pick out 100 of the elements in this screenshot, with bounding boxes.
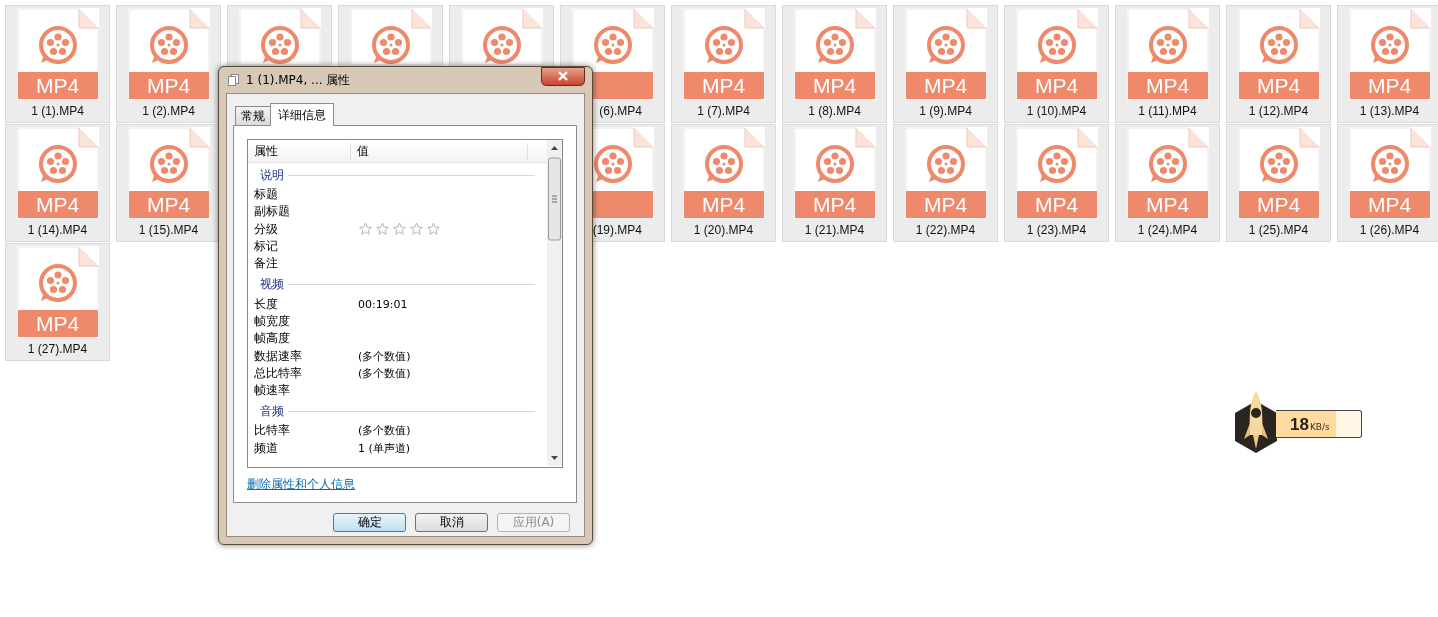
file-name: 1 (14).MP4 <box>27 222 88 238</box>
video-file-icon <box>127 127 210 219</box>
file-item[interactable]: MP4 1 (22).MP4 <box>893 124 998 242</box>
property-name: 总比特率 <box>254 364 303 382</box>
file-item[interactable]: MP4 1 (27).MP4 <box>5 243 110 361</box>
tab[interactable]: 常规 <box>235 106 271 125</box>
video-file-icon <box>460 8 543 64</box>
file-name: 1 (11).MP4 <box>1138 103 1197 119</box>
video-file-icon <box>904 127 987 219</box>
file-name: 1 (13).MP4 <box>1359 103 1420 119</box>
file-name: 1 (12).MP4 <box>1248 103 1309 119</box>
property-name: 帧高度 <box>254 330 291 348</box>
file-type-label: MP4 <box>34 193 81 217</box>
file-type-label: MP4 <box>1033 193 1080 217</box>
video-file-icon <box>127 8 210 100</box>
star-icon <box>358 222 373 237</box>
file-item[interactable]: MP4 1 (8).MP4 <box>782 5 887 123</box>
tab[interactable]: 详细信息 <box>270 103 334 126</box>
column-header[interactable]: 属性 <box>248 142 351 160</box>
video-file-icon <box>349 8 432 64</box>
property-value: (多个数值) <box>358 365 411 381</box>
close-button[interactable] <box>541 66 585 86</box>
file-name: 1 (27).MP4 <box>27 341 88 357</box>
close-icon <box>557 71 569 81</box>
file-type-label: MP4 <box>811 74 858 98</box>
video-file-icon <box>793 8 876 100</box>
speed-value: 18 <box>1290 415 1309 435</box>
file-name: 1 (23).MP4 <box>1026 222 1087 238</box>
video-file-icon <box>1237 8 1320 100</box>
file-type-label: MP4 <box>1366 193 1413 217</box>
video-file-icon <box>16 8 99 100</box>
star-rating[interactable] <box>358 222 441 237</box>
file-type-label: MP4 <box>1366 74 1413 98</box>
file-item[interactable]: MP4 1 (23).MP4 <box>1004 124 1109 242</box>
link[interactable]: 删除属性和个人信息 <box>247 476 355 493</box>
file-type-label: MP4 <box>1144 74 1191 98</box>
property-name: 分级 <box>254 220 279 238</box>
file-item[interactable]: MP4 1 (10).MP4 <box>1004 5 1109 123</box>
file-item[interactable]: MP4 1 (14).MP4 <box>5 124 110 242</box>
file-type-label: MP4 <box>1255 193 1302 217</box>
file-item[interactable]: MP4 1 (2).MP4 <box>116 5 221 123</box>
file-name: (19).MP4 <box>592 222 642 238</box>
file-item[interactable]: MP4 1 (20).MP4 <box>671 124 776 242</box>
video-file-icon <box>1348 127 1431 219</box>
file-type-label: MP4 <box>700 193 747 217</box>
file-type-label: MP4 <box>922 193 969 217</box>
file-item[interactable]: MP4 1 (21).MP4 <box>782 124 887 242</box>
file-item[interactable]: MP4 1 (13).MP4 <box>1337 5 1438 123</box>
video-file-icon <box>238 8 321 64</box>
file-type-label: MP4 <box>1255 74 1302 98</box>
star-icon <box>409 222 424 237</box>
video-file-icon <box>904 8 987 100</box>
file-item[interactable]: MP4 1 (11).MP4 <box>1115 5 1220 123</box>
property-name: 数据速率 <box>254 347 303 365</box>
file-name: 1 (2).MP4 <box>142 103 195 119</box>
dialog-button[interactable]: 确定 <box>333 513 406 532</box>
file-name: 1 (22).MP4 <box>915 222 976 238</box>
file-item[interactable]: MP4 1 (9).MP4 <box>893 5 998 123</box>
file-item[interactable]: MP4 1 (7).MP4 <box>671 5 776 123</box>
file-name: 1 (24).MP4 <box>1137 222 1198 238</box>
group-heading: 音频 <box>260 403 284 421</box>
file-name: 1 (7).MP4 <box>697 103 750 119</box>
file-type-label: MP4 <box>811 193 858 217</box>
speed-unit: KB/s <box>1309 422 1330 432</box>
property-value: 00:19:01 <box>358 297 408 311</box>
file-item[interactable]: MP4 1 (24).MP4 <box>1115 124 1220 242</box>
property-value: 1 (单声道) <box>358 440 411 456</box>
star-icon <box>392 222 407 237</box>
group-heading: 说明 <box>260 167 284 184</box>
property-value: (多个数值) <box>358 423 411 439</box>
property-name: 标题 <box>254 186 279 204</box>
window-title: 1 (1).MP4, ... 属性 <box>246 71 352 89</box>
dialog-button[interactable]: 取消 <box>415 513 488 532</box>
property-name: 副标题 <box>254 203 291 221</box>
video-file-icon <box>16 127 99 219</box>
document-icon <box>228 74 240 86</box>
file-name: (6).MP4 <box>599 103 642 119</box>
file-name: 1 (26).MP4 <box>1359 222 1420 238</box>
star-icon <box>375 222 390 237</box>
file-type-label: MP4 <box>34 74 81 98</box>
file-item[interactable]: MP4 1 (12).MP4 <box>1226 5 1331 123</box>
video-file-icon <box>1126 127 1209 219</box>
video-file-icon <box>682 8 765 100</box>
file-type-label: MP4 <box>34 312 81 336</box>
video-file-icon <box>1126 8 1209 100</box>
property-name: 长度 <box>254 295 279 313</box>
file-name: 1 (10).MP4 <box>1026 103 1087 119</box>
file-item[interactable]: MP4 1 (26).MP4 <box>1337 124 1438 242</box>
file-item[interactable]: MP4 1 (15).MP4 <box>116 124 221 242</box>
video-file-icon <box>1348 8 1431 100</box>
file-name: 1 (25).MP4 <box>1248 222 1309 238</box>
group-heading: 视频 <box>260 276 284 294</box>
video-file-icon <box>1015 8 1098 100</box>
video-file-icon <box>1237 127 1320 219</box>
column-header[interactable]: 值 <box>351 142 528 160</box>
file-name: 1 (1).MP4 <box>31 103 84 119</box>
file-type-label: MP4 <box>700 74 747 98</box>
file-item[interactable]: MP4 1 (25).MP4 <box>1226 124 1331 242</box>
file-item[interactable]: MP4 1 (1).MP4 <box>5 5 110 123</box>
file-name: 1 (9).MP4 <box>919 103 972 119</box>
